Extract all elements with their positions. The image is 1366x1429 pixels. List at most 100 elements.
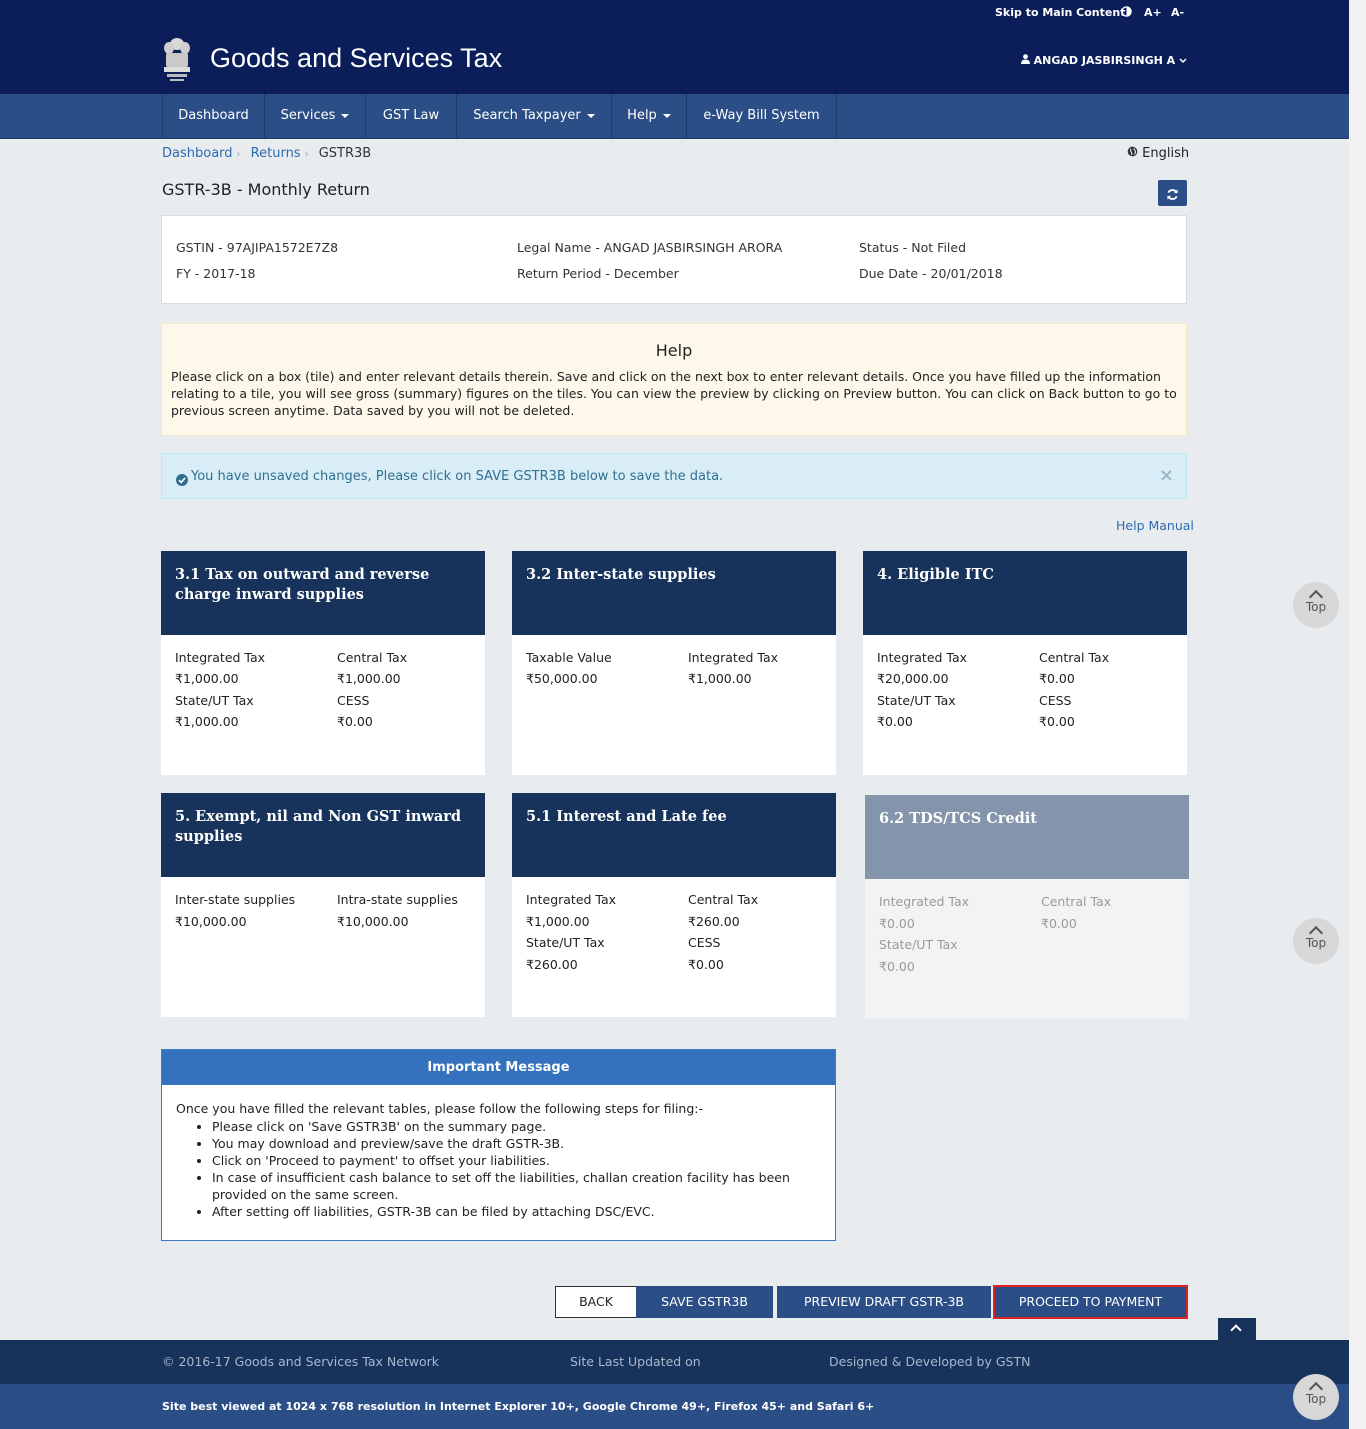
tile-label: Inter-state supplies xyxy=(175,892,296,907)
tile-value: ₹20,000.00 xyxy=(877,671,949,686)
tile-label: Taxable Value xyxy=(526,650,612,665)
tile-value: ₹50,000.00 xyxy=(526,671,598,686)
tile-value: ₹0.00 xyxy=(1039,714,1075,729)
list-item: Click on 'Proceed to payment' to offset … xyxy=(212,1152,812,1169)
tile-value: ₹0.00 xyxy=(688,957,724,972)
tile-label: Integrated Tax xyxy=(879,894,970,909)
contrast-icon[interactable] xyxy=(1121,6,1132,20)
important-message-title: Important Message xyxy=(162,1050,835,1085)
tile-label: State/UT Tax xyxy=(877,693,956,708)
tile-title: 6.2 TDS/TCS Credit xyxy=(865,795,1189,879)
help-title: Help xyxy=(655,341,693,360)
refresh-button[interactable] xyxy=(1158,180,1187,206)
list-item: You may download and preview/save the dr… xyxy=(212,1135,812,1152)
nav-eway-bill[interactable]: e-Way Bill System xyxy=(687,94,837,138)
breadcrumb-current: GSTR3B xyxy=(318,146,372,161)
tile-label: Central Tax xyxy=(688,892,759,907)
financial-year: FY - 2017-18 xyxy=(176,266,256,281)
tile-value: ₹0.00 xyxy=(1039,671,1075,686)
tile-3-1-outward-supplies[interactable]: 3.1 Tax on outward and reverse charge in… xyxy=(161,551,485,775)
close-icon[interactable]: × xyxy=(1159,465,1174,486)
tile-value: ₹260.00 xyxy=(526,957,578,972)
language-label: English xyxy=(1142,146,1190,161)
alert-text: You have unsaved changes, Please click o… xyxy=(191,469,724,484)
tile-label: State/UT Tax xyxy=(175,693,254,708)
nav-search-taxpayer[interactable]: Search Taxpayer xyxy=(457,94,612,138)
important-message-panel: Important Message Once you have filled t… xyxy=(161,1049,836,1241)
list-item: In case of insufficient cash balance to … xyxy=(212,1169,812,1203)
scroll-top-button[interactable]: Top xyxy=(1293,582,1339,628)
tile-label: Intra-state supplies xyxy=(337,892,458,907)
breadcrumb-separator: › xyxy=(236,149,241,160)
help-manual-link[interactable]: Help Manual xyxy=(1116,518,1194,533)
nav-help[interactable]: Help xyxy=(612,94,687,138)
language-selector[interactable]: English xyxy=(1127,146,1189,161)
site-header: Goods and Services Tax ANGAD JASBIRSINGH… xyxy=(0,27,1349,94)
scroll-top-button[interactable]: Top xyxy=(1293,918,1339,964)
help-text: Please click on a box (tile) and enter r… xyxy=(171,369,1177,418)
tile-3-2-inter-state-supplies[interactable]: 3.2 Inter-state supplies Taxable Value ₹… xyxy=(512,551,836,775)
chevron-down-icon xyxy=(1179,54,1187,67)
list-item: After setting off liabilities, GSTR-3B c… xyxy=(212,1203,812,1220)
top-utility-bar: Skip to Main Content A+ A- xyxy=(0,0,1349,27)
nav-label: Services xyxy=(280,108,336,123)
tile-label: State/UT Tax xyxy=(526,935,605,950)
nav-services[interactable]: Services xyxy=(265,94,366,138)
skip-to-main-content-link[interactable]: Skip to Main Content xyxy=(995,6,1125,19)
due-date: Due Date - 20/01/2018 xyxy=(859,266,1003,281)
tile-value: ₹1,000.00 xyxy=(337,671,401,686)
refresh-icon xyxy=(1166,186,1179,205)
unsaved-changes-alert: You have unsaved changes, Please click o… xyxy=(161,453,1187,499)
footer-copyright: © 2016-17 Goods and Services Tax Network xyxy=(162,1354,440,1369)
breadcrumb-separator: › xyxy=(304,149,309,160)
tile-label: Central Tax xyxy=(1041,894,1112,909)
footer-last-updated: Site Last Updated on xyxy=(570,1354,701,1369)
legal-name: Legal Name - ANGAD JASBIRSINGH ARORA xyxy=(517,240,783,255)
tile-label: Integrated Tax xyxy=(688,650,779,665)
main-nav: Dashboard Services GST Law Search Taxpay… xyxy=(0,94,1349,139)
breadcrumb-dashboard[interactable]: Dashboard xyxy=(162,146,233,161)
tile-value: ₹0.00 xyxy=(337,714,373,729)
back-button[interactable]: BACK xyxy=(555,1286,637,1318)
preview-draft-button[interactable]: PREVIEW DRAFT GSTR-3B xyxy=(777,1286,991,1318)
font-increase-button[interactable]: A+ xyxy=(1144,6,1162,19)
tile-value: ₹0.00 xyxy=(879,959,915,974)
tile-value: ₹10,000.00 xyxy=(337,914,409,929)
tile-value: ₹0.00 xyxy=(877,714,913,729)
user-menu[interactable]: ANGAD JASBIRSINGH A xyxy=(1020,54,1187,67)
tile-title: 3.1 Tax on outward and reverse charge in… xyxy=(161,551,485,635)
scroll-top-button[interactable]: Top xyxy=(1293,1374,1339,1420)
footer-best-viewed: Site best viewed at 1024 x 768 resolutio… xyxy=(162,1400,875,1413)
nav-label: GST Law xyxy=(382,108,440,123)
tile-4-eligible-itc[interactable]: 4. Eligible ITC Integrated Tax ₹20,000.0… xyxy=(863,551,1187,775)
tile-title: 5.1 Interest and Late fee xyxy=(512,793,836,877)
check-circle-icon xyxy=(176,471,188,490)
back-to-top-tab[interactable] xyxy=(1218,1318,1256,1340)
tile-value: ₹1,000.00 xyxy=(688,671,752,686)
site-title[interactable]: Goods and Services Tax xyxy=(210,43,502,74)
tile-label: CESS xyxy=(337,693,370,708)
caret-down-icon xyxy=(341,113,350,118)
nav-gst-law[interactable]: GST Law xyxy=(366,94,457,138)
nav-dashboard[interactable]: Dashboard xyxy=(162,94,265,138)
tile-label: Integrated Tax xyxy=(877,650,968,665)
breadcrumb-returns[interactable]: Returns xyxy=(251,146,301,161)
tile-value: ₹0.00 xyxy=(1041,916,1077,931)
tile-label: State/UT Tax xyxy=(879,937,958,952)
font-decrease-button[interactable]: A- xyxy=(1171,6,1184,19)
list-item: Please click on 'Save GSTR3B' on the sum… xyxy=(212,1118,812,1135)
tile-title: 5. Exempt, nil and Non GST inward suppli… xyxy=(161,793,485,877)
globe-icon xyxy=(1127,146,1142,161)
tile-title: 3.2 Inter-state supplies xyxy=(512,551,836,635)
tile-label: Integrated Tax xyxy=(175,650,266,665)
help-box: Help Please click on a box (tile) and en… xyxy=(161,323,1187,436)
tile-5-1-interest-late-fee[interactable]: 5.1 Interest and Late fee Integrated Tax… xyxy=(512,793,836,1017)
return-period: Return Period - December xyxy=(517,266,679,281)
tile-5-exempt-nil-non-gst[interactable]: 5. Exempt, nil and Non GST inward suppli… xyxy=(161,793,485,1017)
caret-down-icon xyxy=(662,113,671,118)
page-scrollbar[interactable] xyxy=(1349,0,1366,1429)
return-info-card: GSTIN - 97AJIPA1572E7Z8 FY - 2017-18 Leg… xyxy=(161,215,1187,304)
save-gstr3b-button[interactable]: SAVE GSTR3B xyxy=(636,1286,773,1318)
tile-label: CESS xyxy=(1039,693,1072,708)
nav-label: Help xyxy=(627,108,657,123)
